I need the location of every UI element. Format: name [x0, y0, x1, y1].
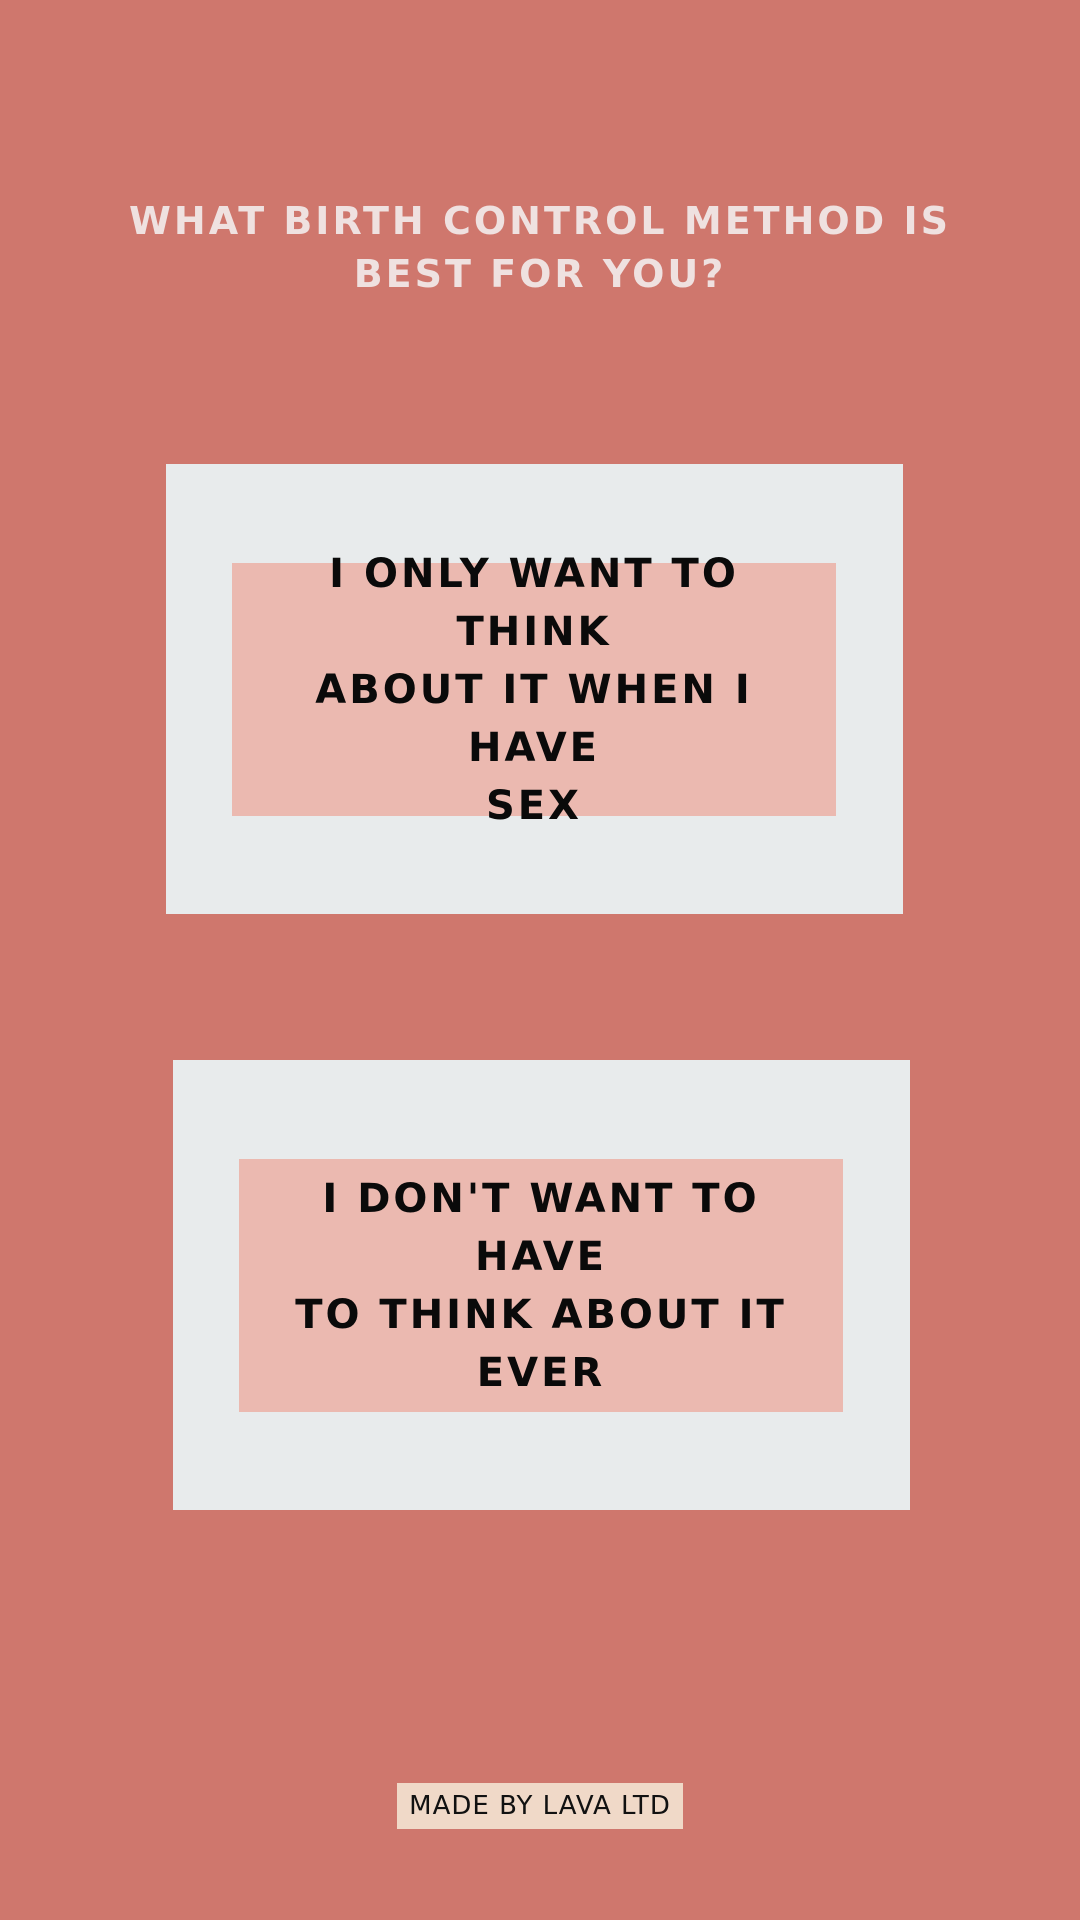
footer-credit: MADE BY LAVA LTD [409, 1791, 671, 1821]
option-label-box[interactable]: I DON'T WANT TO HAVE TO THINK ABOUT IT E… [239, 1159, 843, 1412]
title-line-2: BEST FOR YOU? [353, 252, 727, 296]
option-label-line-2: ABOUT IT WHEN I HAVE [315, 666, 753, 771]
option-label-line-2: TO THINK ABOUT IT [295, 1291, 787, 1338]
option-label-box[interactable]: I ONLY WANT TO THINK ABOUT IT WHEN I HAV… [232, 551, 836, 829]
footer-badge: MADE BY LAVA LTD [397, 1783, 683, 1829]
option-label: I DON'T WANT TO HAVE TO THINK ABOUT IT E… [269, 1170, 813, 1402]
option-card-never-think[interactable]: I DON'T WANT TO HAVE TO THINK ABOUT IT E… [173, 1060, 910, 1510]
option-label: I ONLY WANT TO THINK ABOUT IT WHEN I HAV… [262, 545, 806, 835]
option-card-only-when-sex[interactable]: I ONLY WANT TO THINK ABOUT IT WHEN I HAV… [166, 464, 903, 914]
option-label-line-3: EVER [476, 1349, 606, 1396]
option-label-line-1: I DON'T WANT TO HAVE [322, 1175, 760, 1280]
page-title: WHAT BIRTH CONTROL METHOD IS BEST FOR YO… [0, 195, 1080, 301]
title-line-1: WHAT BIRTH CONTROL METHOD IS [129, 199, 951, 243]
option-label-line-1: I ONLY WANT TO THINK [329, 550, 739, 655]
option-label-line-3: SEX [486, 782, 582, 829]
